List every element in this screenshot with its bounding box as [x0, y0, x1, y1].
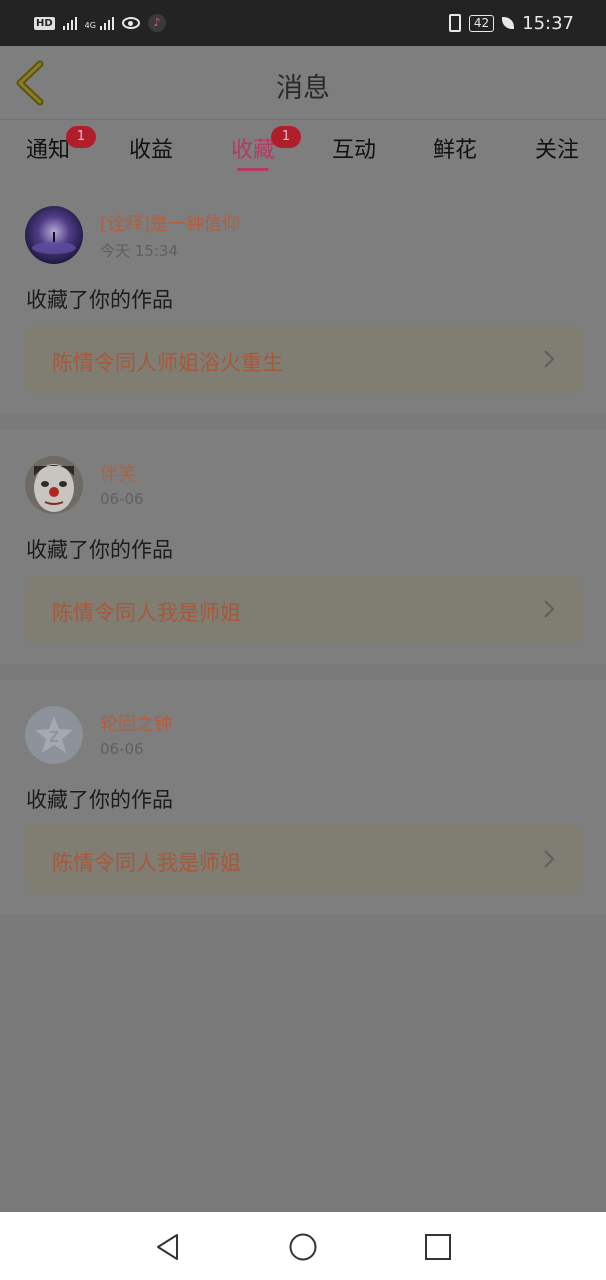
message-action: 收藏了你的作品 — [26, 538, 173, 562]
tab-bar: 通知 1 收益 收藏 1 互动 鲜花 关注 — [0, 120, 606, 180]
tab-interactions[interactable]: 互动 — [314, 132, 394, 172]
chevron-right-icon — [544, 350, 555, 368]
header: 消息 — [0, 46, 606, 120]
message-item: Z 轮回之钟 06-06 收藏了你的作品 陈情令同人我是师姐 — [0, 680, 606, 914]
message-item: 伴笑 06-06 收藏了你的作品 陈情令同人我是师姐 — [0, 430, 606, 664]
badge-count: 1 — [271, 126, 301, 148]
work-title: 陈情令同人我是师姐 — [52, 851, 241, 875]
vibrate-icon — [448, 14, 461, 32]
tab-favorites[interactable]: 收藏 1 — [213, 126, 301, 172]
clown-face-avatar-icon — [25, 456, 83, 514]
tab-notifications[interactable]: 通知 1 — [8, 126, 96, 172]
eye-icon — [121, 17, 140, 29]
tab-label: 互动 — [331, 138, 376, 163]
page-title: 消息 — [276, 73, 330, 104]
work-link[interactable]: 陈情令同人师姐浴火重生 — [25, 326, 581, 394]
badge-count: 1 — [66, 126, 96, 148]
username-link[interactable]: 伴笑 — [100, 460, 136, 486]
back-triangle-icon[interactable] — [153, 1232, 183, 1262]
message-time: 今天 15:34 — [100, 242, 178, 260]
tab-label: 收藏 — [230, 138, 275, 163]
active-tab-indicator — [237, 168, 269, 171]
chevron-right-icon — [544, 600, 555, 618]
signal-x-icon — [62, 16, 77, 30]
tiktok-icon: ♪ — [147, 14, 166, 32]
message-item: [诠释]是一钟信仰 今天 15:34 收藏了你的作品 陈情令同人师姐浴火重生 — [0, 180, 606, 414]
avatar[interactable] — [25, 206, 83, 264]
work-title: 陈情令同人师姐浴火重生 — [52, 351, 283, 375]
work-link[interactable]: 陈情令同人我是师姐 — [25, 576, 581, 644]
message-action: 收藏了你的作品 — [26, 788, 173, 812]
signal-4g-icon: 4G — [85, 16, 114, 30]
system-nav-bar — [0, 1212, 606, 1280]
hd-icon: HD — [34, 16, 55, 30]
tab-label: 收益 — [128, 138, 173, 163]
tab-label: 关注 — [534, 138, 579, 163]
tab-follows[interactable]: 关注 — [517, 132, 597, 172]
svg-text:Z: Z — [49, 729, 59, 746]
tab-label: 通知 — [25, 138, 70, 163]
message-time: 06-06 — [100, 740, 144, 758]
tab-flowers[interactable]: 鲜花 — [415, 132, 495, 172]
work-link[interactable]: 陈情令同人我是师姐 — [25, 826, 581, 894]
status-time: 15:37 — [522, 12, 574, 34]
home-circle-icon[interactable] — [288, 1232, 318, 1262]
work-title: 陈情令同人我是师姐 — [52, 601, 241, 625]
tab-label: 鲜花 — [432, 138, 477, 163]
message-time: 06-06 — [100, 490, 144, 508]
chevron-right-icon — [544, 850, 555, 868]
battery-icon: 42 — [468, 14, 495, 32]
status-bar: HD 4G ♪ 42 15:37 — [0, 0, 606, 46]
message-action: 收藏了你的作品 — [26, 288, 173, 312]
moon-night-avatar-icon — [25, 206, 83, 264]
leaf-icon — [502, 17, 515, 29]
default-star-avatar-icon: Z — [25, 706, 83, 764]
username-link[interactable]: 轮回之钟 — [100, 710, 172, 736]
username-link[interactable]: [诠释]是一钟信仰 — [100, 210, 240, 236]
recents-square-icon[interactable] — [423, 1232, 453, 1262]
tab-earnings[interactable]: 收益 — [111, 132, 191, 172]
avatar[interactable] — [25, 456, 83, 514]
avatar[interactable]: Z — [25, 706, 83, 764]
